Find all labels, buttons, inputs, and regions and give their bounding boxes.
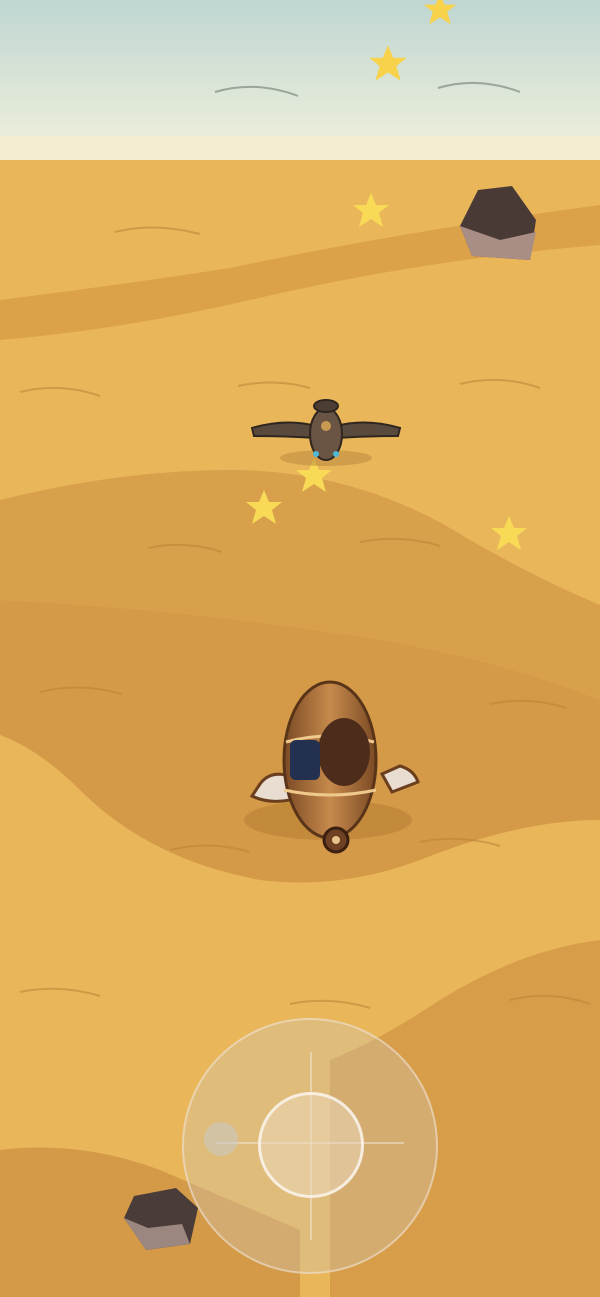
virtual-joystick[interactable] bbox=[182, 1018, 438, 1274]
joystick-direction-indicator bbox=[204, 1122, 238, 1156]
horizon-haze bbox=[0, 136, 600, 162]
game-viewport[interactable] bbox=[0, 0, 600, 1297]
joystick-knob[interactable] bbox=[258, 1092, 364, 1198]
